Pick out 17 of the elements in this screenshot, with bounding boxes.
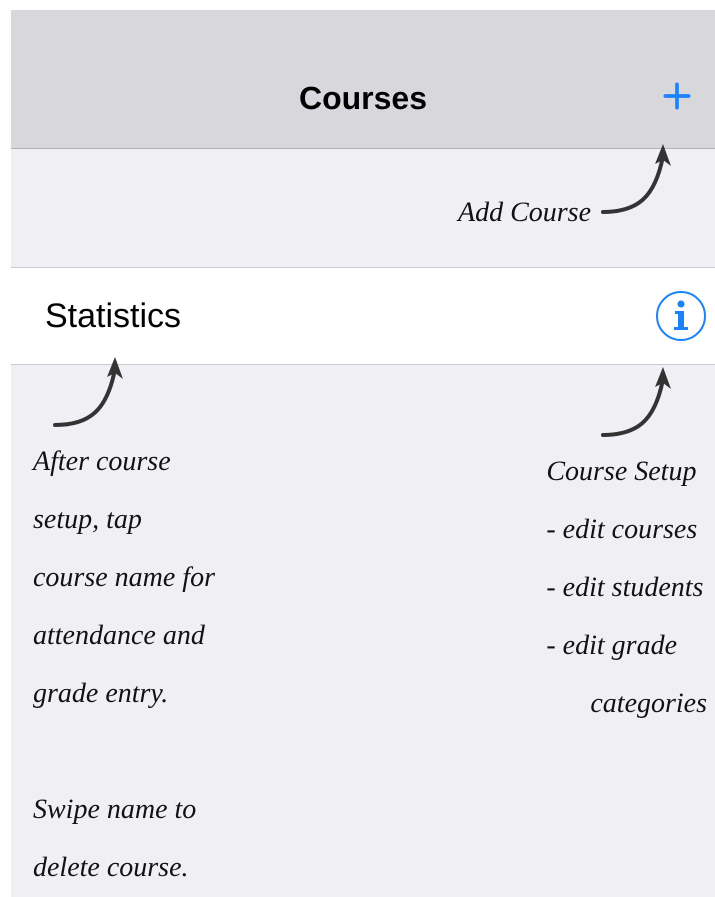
note-line: After course bbox=[33, 445, 172, 479]
note-line: - edit courses bbox=[546, 513, 698, 547]
note-line: attendance and bbox=[33, 619, 206, 653]
note-line: grade entry. bbox=[33, 677, 170, 711]
note-line: setup, tap bbox=[33, 503, 143, 537]
note-line: Course Setup bbox=[546, 455, 698, 489]
navigation-title: Courses bbox=[298, 78, 428, 118]
note-line: Add Course bbox=[458, 196, 591, 230]
note-line: delete course. bbox=[33, 851, 190, 885]
note-line: - edit grade bbox=[546, 629, 678, 663]
note-line: Swipe name to bbox=[33, 793, 198, 827]
row-label: Statistics bbox=[45, 296, 182, 337]
note-line: - edit students bbox=[546, 571, 704, 605]
info-icon[interactable] bbox=[655, 290, 707, 342]
list-row[interactable]: Statistics bbox=[11, 268, 715, 365]
note-line: course name for bbox=[33, 561, 215, 595]
note-line: categories bbox=[589, 687, 707, 721]
